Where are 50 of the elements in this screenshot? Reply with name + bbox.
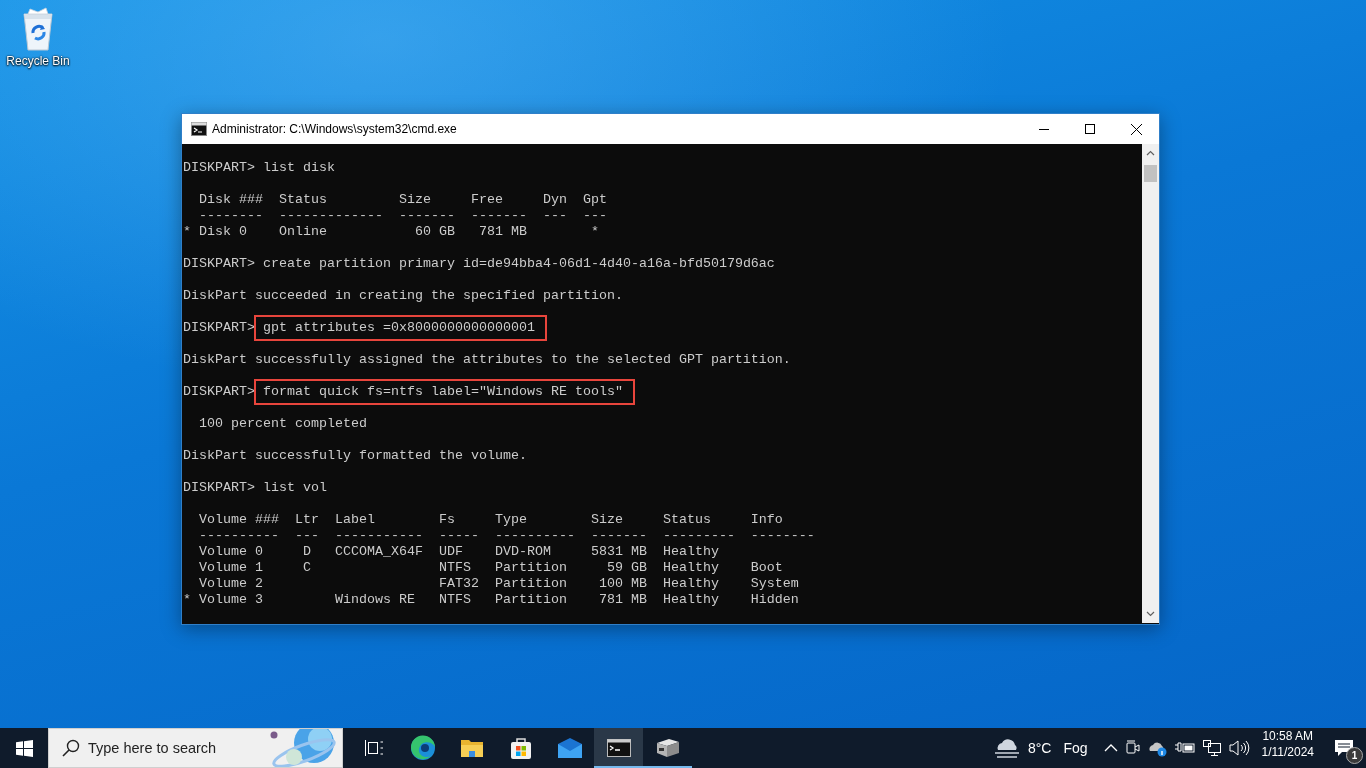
taskbar-app-button[interactable] xyxy=(594,728,643,768)
console-line: DiskPart successfully formatted the volume. xyxy=(183,448,527,464)
console-line: Disk ### Status Size Free Dyn Gpt xyxy=(198,192,607,208)
console-line: 100 percent completed xyxy=(198,416,367,432)
console-line: Volume 1 C NTFS Partition 59 GB Healthy Boot xyxy=(198,560,783,576)
command-text: list vol xyxy=(263,480,327,496)
battery-charging-icon[interactable] xyxy=(1173,740,1196,756)
prompt-text: DISKPART> xyxy=(183,480,255,496)
chevron-up-icon[interactable] xyxy=(1103,743,1118,753)
console-line: ---------- --- ----------- ----- ---------- ------- --------- -------- xyxy=(198,528,815,544)
clock[interactable]: 10:58 AM 1/11/2024 xyxy=(1253,728,1322,768)
desktop-icon-label: Recycle Bin xyxy=(6,54,70,68)
search-icon xyxy=(62,739,80,757)
window-title: Administrator: C:\Windows\system32\cmd.exe xyxy=(212,122,458,136)
prompt-text: DISKPART> xyxy=(183,320,255,336)
console-line: -------- ------------- ------- ------- --- --- xyxy=(198,208,607,224)
console-line: Volume ### Ltr Label Fs Type Size Status Info xyxy=(198,512,783,528)
console-line: DiskPart successfully assigned the attributes to the selected GPT partition. xyxy=(183,352,791,368)
edge-icon xyxy=(409,735,436,761)
close-icon xyxy=(1130,123,1142,135)
command-text: create partition primary id=de94bba4-06d1-4d40-a16a-bfd50179d6ac xyxy=(263,256,775,272)
console-line: * Volume 3 Windows RE NTFS Partition 781 MB Healthy Hidden xyxy=(183,592,799,608)
terminal-icon xyxy=(606,739,631,757)
command-text: list disk xyxy=(263,160,335,176)
windows-logo-icon xyxy=(15,739,33,757)
store-icon xyxy=(508,736,533,760)
speaker-icon[interactable] xyxy=(1227,739,1250,757)
prompt-text: DISKPART> xyxy=(183,256,255,272)
weather-widget[interactable]: 8°C Fog xyxy=(987,728,1094,768)
console-line: Volume 2 FAT32 Partition 100 MB Healthy System xyxy=(198,576,799,592)
terminal-icon xyxy=(191,122,207,136)
notification-badge: 1 xyxy=(1346,747,1363,764)
highlighted-command: gpt attributes =0x8000000000000001 xyxy=(254,315,547,341)
mail-icon xyxy=(556,738,583,758)
search-placeholder: Type here to search xyxy=(88,740,217,756)
prompt-text: DISKPART> xyxy=(183,160,255,176)
console-line: Volume 0 D CCCOMA_X64F UDF DVD-ROM 5831 MB Healthy xyxy=(198,544,719,560)
console-line: * Disk 0 Online 60 GB 781 MB * xyxy=(183,224,599,240)
fog-icon xyxy=(993,737,1020,759)
search-field[interactable]: Type here to search xyxy=(48,728,343,768)
prompt-text: DISKPART> xyxy=(183,384,255,400)
maximize-icon xyxy=(1085,124,1095,134)
network-icon[interactable] xyxy=(1201,739,1222,757)
drive-icon xyxy=(654,737,681,759)
console-line: DiskPart succeeded in creating the specified partition. xyxy=(183,288,623,304)
camera-icon[interactable] xyxy=(1123,739,1142,757)
notification-button[interactable]: 1 xyxy=(1322,728,1366,768)
highlighted-command: format quick fs=ntfs label="Windows RE tools" xyxy=(254,379,635,405)
folder-icon xyxy=(459,738,484,758)
task-view-icon xyxy=(363,739,384,757)
